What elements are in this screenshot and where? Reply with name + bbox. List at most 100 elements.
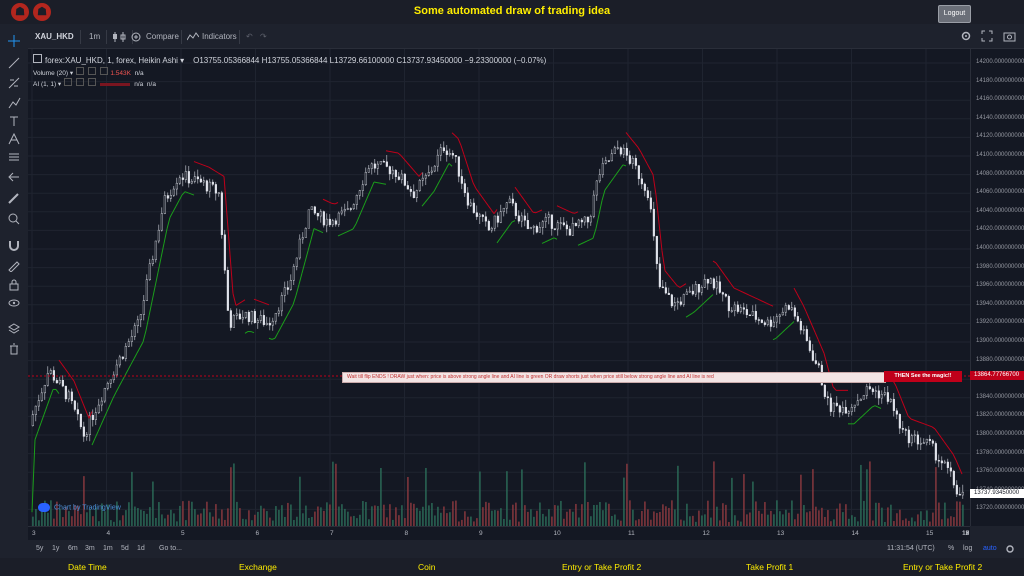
eye-icon[interactable]: [7, 296, 21, 310]
ruler-icon[interactable]: [7, 192, 21, 206]
candle-body: [181, 177, 184, 180]
volume-bar: [533, 516, 535, 526]
eye-icon[interactable]: [64, 78, 72, 86]
undo-icon[interactable]: ↶: [246, 32, 253, 41]
text-icon[interactable]: [7, 114, 21, 128]
candle-body: [601, 163, 604, 175]
zoom-icon[interactable]: [7, 212, 21, 226]
range-5y[interactable]: 5y: [36, 545, 43, 552]
time-axis-label: 12: [702, 530, 710, 537]
candle-body: [832, 402, 835, 412]
compare-button[interactable]: Compare: [146, 32, 179, 41]
volume-bar: [686, 503, 688, 526]
range-1y[interactable]: 1y: [52, 545, 59, 552]
ai-line-segment: [946, 445, 951, 451]
collapse-icon[interactable]: [33, 54, 42, 63]
clock[interactable]: 11:31:54 (UTC): [887, 545, 935, 552]
ai-line-segment: [148, 301, 153, 317]
candle-body: [220, 192, 223, 235]
candle-body: [619, 147, 622, 155]
fib-icon[interactable]: [7, 76, 21, 90]
range-3m[interactable]: 3m: [85, 545, 95, 552]
close-icon[interactable]: [87, 78, 96, 86]
camera-icon[interactable]: [1003, 30, 1016, 42]
crosshair-icon[interactable]: [7, 34, 21, 48]
volume-bar: [437, 506, 439, 526]
ai-line-segment: [943, 441, 948, 446]
volume-bar: [368, 519, 370, 526]
fullscreen-icon[interactable]: [981, 30, 993, 42]
log-toggle[interactable]: log: [963, 545, 972, 552]
percent-toggle[interactable]: %: [948, 545, 954, 552]
volume-bar: [401, 505, 403, 526]
ai-line-segment: [508, 221, 513, 227]
candle-body: [370, 163, 373, 169]
settings-icon[interactable]: [1005, 544, 1015, 554]
back-arrow-icon[interactable]: [7, 170, 21, 184]
gear-icon[interactable]: [87, 67, 96, 75]
trend-line-icon[interactable]: [7, 56, 21, 70]
range-1d[interactable]: 1d: [137, 545, 145, 552]
candle-body: [781, 311, 784, 316]
volume-bar: [803, 505, 805, 526]
pattern-icon[interactable]: [7, 132, 21, 146]
volume-bar: [554, 505, 556, 526]
candle-type-icon[interactable]: [112, 32, 126, 42]
auto-toggle[interactable]: auto: [983, 545, 997, 552]
volume-bar: [953, 517, 955, 526]
ai-label[interactable]: AI (1, 1): [33, 81, 56, 88]
goto-button[interactable]: Go to...: [159, 545, 182, 552]
volume-bar: [599, 502, 601, 526]
lock-icon[interactable]: [7, 278, 21, 292]
ai-line-segment: [649, 168, 654, 175]
chart-canvas[interactable]: [28, 49, 1001, 526]
logout-button[interactable]: Logout: [938, 5, 971, 23]
brush-icon[interactable]: [7, 96, 21, 110]
candle-body: [280, 295, 283, 312]
volume-bar: [557, 505, 559, 526]
candle-body: [103, 388, 106, 402]
interval-selector[interactable]: 1m: [89, 32, 100, 41]
footer-label-entry-tp2: Entry or Take Profit 2: [562, 562, 642, 572]
volume-label[interactable]: Volume (20): [33, 70, 68, 77]
cloud-icon: [38, 503, 50, 512]
volume-bar: [785, 509, 787, 526]
gear-icon[interactable]: [75, 78, 84, 86]
volume-bar: [515, 502, 517, 526]
time-axis[interactable]: 3 4 5 6 7 8 9 10 11 12 13 14 15 16 17 18 19 11: [28, 526, 970, 541]
price-axis-label: 14140.000000000: [976, 114, 1024, 121]
layers-icon[interactable]: [7, 322, 21, 336]
indicators-button[interactable]: Indicators: [202, 32, 237, 41]
candle-body: [631, 158, 634, 164]
volume-bar: [443, 506, 445, 526]
settings-icon[interactable]: [960, 30, 972, 42]
ai-line-segment: [931, 426, 936, 430]
measure-icon[interactable]: [7, 150, 21, 164]
ai-line-segment: [670, 277, 675, 283]
redo-icon[interactable]: ↷: [260, 32, 267, 41]
range-1m[interactable]: 1m: [103, 545, 113, 552]
ai-line-segment: [781, 329, 786, 334]
candle-body: [892, 398, 895, 411]
candle-body: [55, 380, 58, 384]
eye-icon[interactable]: [75, 67, 84, 75]
volume-bar: [638, 519, 640, 526]
pencil-lock-icon[interactable]: [7, 258, 21, 272]
candle-body: [364, 172, 367, 185]
symbol-selector[interactable]: XAU_HKD: [35, 32, 74, 41]
volume-bar: [362, 501, 364, 526]
price-axis[interactable]: 14200.000000000 14180.000000000 14160.0000…: [970, 49, 1024, 526]
compare-icon[interactable]: [129, 31, 143, 43]
magnet-icon[interactable]: [7, 238, 21, 252]
indicators-icon[interactable]: [187, 32, 199, 42]
trash-icon[interactable]: [7, 342, 21, 356]
ai-line-segment: [193, 161, 198, 164]
volume-bar: [689, 516, 691, 526]
range-6m[interactable]: 6m: [68, 545, 78, 552]
close-icon[interactable]: [99, 67, 108, 75]
tradingview-watermark[interactable]: Chart by TradingView: [38, 503, 121, 512]
chart-plot[interactable]: [28, 49, 1001, 526]
volume-bar: [161, 514, 163, 526]
candle-body: [190, 181, 193, 184]
range-5d[interactable]: 5d: [121, 545, 129, 552]
